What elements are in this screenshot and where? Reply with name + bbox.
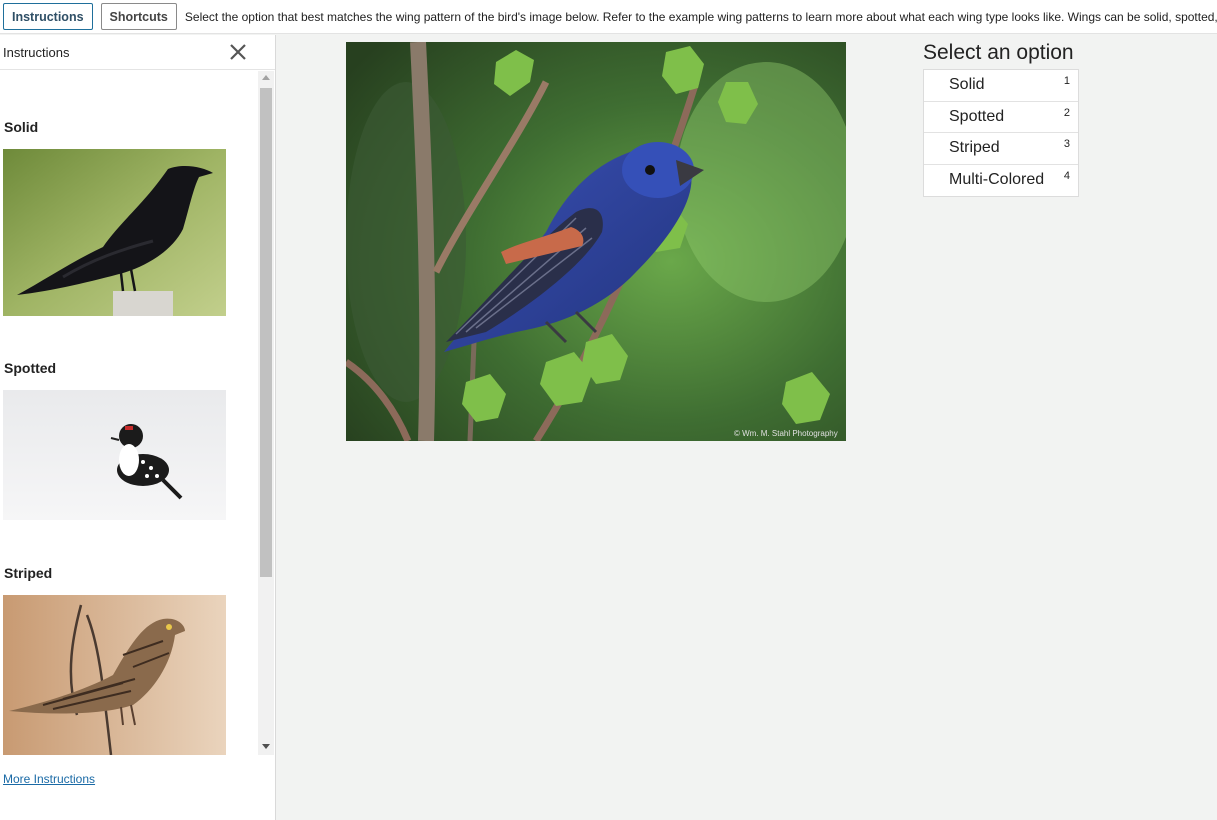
option-label: Spotted — [949, 107, 1005, 125]
option-shortcut-key: 4 — [1063, 169, 1070, 182]
option-label: Solid — [949, 76, 985, 94]
sidebar-title: Instructions — [3, 44, 70, 60]
instructions-sidebar: Instructions Solid Spotted Striped More … — [0, 35, 276, 820]
top-toolbar: Instructions Shortcuts Select the option… — [0, 0, 1217, 34]
option-solid[interactable]: Solid 1 — [924, 70, 1078, 102]
shortcuts-button[interactable]: Shortcuts — [100, 3, 177, 30]
option-shortcut-key: 2 — [1063, 106, 1070, 119]
example-image-solid — [3, 149, 226, 316]
close-icon[interactable] — [226, 40, 250, 64]
sidebar-header: Instructions — [0, 35, 275, 70]
example-image-spotted — [3, 390, 226, 520]
example-label-striped: Striped — [4, 565, 53, 581]
scroll-down-icon[interactable] — [262, 744, 270, 749]
scroll-up-icon[interactable] — [262, 75, 270, 80]
options-title: Select an option — [923, 41, 1074, 64]
scrollbar-thumb[interactable] — [260, 88, 272, 577]
instructions-button[interactable]: Instructions — [3, 3, 93, 30]
option-shortcut-key: 3 — [1063, 138, 1070, 150]
option-label: Multi-Colored — [949, 171, 1045, 189]
example-label-solid: Solid — [4, 119, 39, 135]
option-spotted[interactable]: Spotted 2 — [924, 102, 1078, 133]
options-panel: Select an option Solid 1 Spotted 2 Strip… — [923, 41, 1079, 197]
example-label-spotted: Spotted — [4, 360, 57, 376]
options-list: Solid 1 Spotted 2 Striped 3 Multi-Colore… — [923, 69, 1079, 197]
more-instructions-link[interactable]: More Instructions — [3, 772, 95, 786]
example-image-striped — [3, 595, 226, 755]
option-shortcut-key: 1 — [1063, 75, 1070, 87]
image-credit: © Wm. M. Stahl Photography — [734, 429, 838, 438]
examples-scroll-area[interactable]: Solid Spotted Striped — [0, 71, 258, 755]
sidebar-scrollbar[interactable] — [258, 71, 274, 755]
bird-image: © Wm. M. Stahl Photography — [346, 42, 846, 441]
option-multi-colored[interactable]: Multi-Colored 4 — [924, 165, 1078, 197]
option-label: Striped — [949, 139, 1000, 157]
option-striped[interactable]: Striped 3 — [924, 133, 1078, 165]
task-instruction-text: Select the option that best matches the … — [184, 9, 1217, 24]
